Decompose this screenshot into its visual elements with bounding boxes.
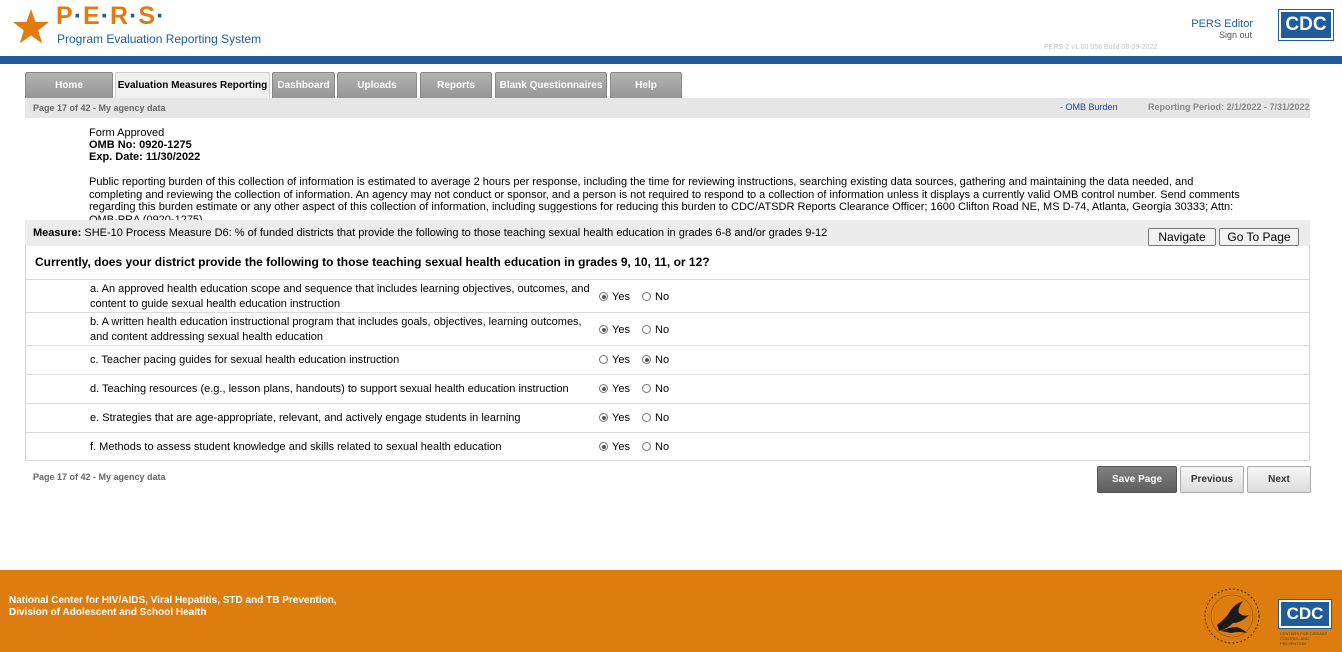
yes-option[interactable]: Yes bbox=[599, 354, 630, 366]
measure-text: SHE-10 Process Measure D6: % of funded d… bbox=[84, 227, 828, 239]
radio-no[interactable] bbox=[642, 442, 651, 451]
radio-yes[interactable] bbox=[599, 384, 608, 393]
form-approved-label: Form Approved bbox=[89, 127, 165, 139]
footer-line-1: National Center for HIV/AIDS, Viral Hepa… bbox=[9, 595, 337, 606]
next-button[interactable]: Next bbox=[1247, 466, 1311, 493]
measure-description: Measure: SHE-10 Process Measure D6: % of… bbox=[33, 227, 827, 239]
yes-label: Yes bbox=[612, 354, 630, 366]
no-label: No bbox=[655, 412, 670, 424]
radio-yes[interactable] bbox=[599, 355, 608, 364]
item-label: c. Teacher pacing guides for sexual heal… bbox=[90, 354, 400, 366]
yes-option[interactable]: Yes bbox=[599, 324, 630, 336]
save-page-button[interactable]: Save Page bbox=[1097, 466, 1177, 493]
radio-no[interactable] bbox=[642, 355, 651, 364]
question-item-a: a. An approved health education scope an… bbox=[26, 279, 1309, 312]
omb-burden-link[interactable]: - OMB Burden bbox=[1060, 102, 1118, 112]
item-label: b. A written health education instructio… bbox=[90, 316, 582, 343]
radio-no[interactable] bbox=[642, 413, 651, 422]
no-option[interactable]: No bbox=[642, 441, 669, 453]
no-option[interactable]: No bbox=[642, 291, 669, 303]
item-label: d. Teaching resources (e.g., lesson plan… bbox=[90, 383, 569, 395]
question-item-f: f. Methods to assess student knowledge a… bbox=[26, 432, 1309, 460]
yes-label: Yes bbox=[612, 383, 630, 395]
page-footer: National Center for HIV/AIDS, Viral Hepa… bbox=[0, 570, 1342, 652]
app-header: P·E·R·S· Program Evaluation Reporting Sy… bbox=[0, 0, 1342, 56]
cdc-footer-subtext: CENTERS FOR DISEASE CONTROL AND PREVENTI… bbox=[1280, 631, 1328, 646]
no-label: No bbox=[655, 441, 670, 453]
footer-line-2: Division of Adolescent and School Health bbox=[9, 607, 207, 618]
item-label: e. Strategies that are age-appropriate, … bbox=[90, 412, 521, 424]
radio-no[interactable] bbox=[642, 292, 651, 301]
question-item-c: c. Teacher pacing guides for sexual heal… bbox=[26, 345, 1309, 374]
no-option[interactable]: No bbox=[642, 354, 669, 366]
page-indicator: Page 17 of 42 - My agency data bbox=[33, 103, 166, 113]
question-panel: Currently, does your district provide th… bbox=[25, 246, 1310, 461]
no-label: No bbox=[655, 291, 670, 303]
item-label: f. Methods to assess student knowledge a… bbox=[90, 441, 502, 453]
tab-blank-questionnaires[interactable]: Blank Questionnaires bbox=[495, 72, 607, 98]
navigate-button[interactable]: Navigate bbox=[1148, 228, 1216, 246]
tab-evaluation-measures-reporting[interactable]: Evaluation Measures Reporting bbox=[115, 72, 270, 99]
footer-agency-text: National Center for HIV/AIDS, Viral Hepa… bbox=[9, 595, 337, 619]
header-divider bbox=[0, 56, 1342, 64]
measure-label: Measure: bbox=[33, 227, 82, 239]
question-item-b: b. A written health education instructio… bbox=[26, 312, 1309, 345]
previous-button[interactable]: Previous bbox=[1180, 466, 1244, 493]
star-logo-icon bbox=[12, 8, 50, 44]
no-label: No bbox=[655, 324, 670, 336]
question-text: Currently, does your district provide th… bbox=[35, 255, 710, 269]
question-item-e: e. Strategies that are age-appropriate, … bbox=[26, 403, 1309, 432]
no-label: No bbox=[655, 354, 670, 366]
yes-label: Yes bbox=[612, 291, 630, 303]
cdc-logo-text: CDC bbox=[1281, 12, 1331, 38]
yes-option[interactable]: Yes bbox=[599, 383, 630, 395]
radio-yes[interactable] bbox=[599, 325, 608, 334]
hhs-seal-icon bbox=[1204, 588, 1260, 644]
no-label: No bbox=[655, 383, 670, 395]
radio-yes[interactable] bbox=[599, 292, 608, 301]
form-approved-block: Form Approved OMB No: 0920-1275 Exp. Dat… bbox=[89, 127, 200, 163]
app-logo-subtitle: Program Evaluation Reporting System bbox=[57, 32, 262, 46]
tab-home[interactable]: Home bbox=[25, 72, 113, 98]
yes-option[interactable]: Yes bbox=[599, 412, 630, 424]
user-name: PERS Editor bbox=[1191, 18, 1253, 30]
cdc-footer-logo: CDC bbox=[1278, 599, 1332, 629]
radio-yes[interactable] bbox=[599, 413, 608, 422]
yes-label: Yes bbox=[612, 412, 630, 424]
tab-help[interactable]: Help bbox=[610, 72, 682, 98]
question-item-d: d. Teaching resources (e.g., lesson plan… bbox=[26, 374, 1309, 403]
omb-number: OMB No: 0920-1275 bbox=[89, 139, 192, 151]
burden-statement: Public reporting burden of this collecti… bbox=[89, 176, 1240, 226]
cdc-logo: CDC bbox=[1278, 9, 1334, 41]
tab-uploads[interactable]: Uploads bbox=[337, 72, 417, 98]
radio-no[interactable] bbox=[642, 325, 651, 334]
item-label: a. An approved health education scope an… bbox=[90, 283, 590, 310]
yes-label: Yes bbox=[612, 441, 630, 453]
page-indicator-bottom: Page 17 of 42 - My agency data bbox=[33, 472, 166, 482]
radio-no[interactable] bbox=[642, 384, 651, 393]
no-option[interactable]: No bbox=[642, 412, 669, 424]
no-option[interactable]: No bbox=[642, 383, 669, 395]
tab-reports[interactable]: Reports bbox=[420, 72, 492, 98]
cdc-footer-logo-text: CDC bbox=[1281, 602, 1329, 626]
page-info-bar: Page 17 of 42 - My agency data - OMB Bur… bbox=[25, 98, 1310, 118]
yes-label: Yes bbox=[612, 324, 630, 336]
radio-yes[interactable] bbox=[599, 442, 608, 451]
yes-option[interactable]: Yes bbox=[599, 291, 630, 303]
app-logo-title: P·E·R·S· bbox=[56, 2, 166, 30]
expiration-date: Exp. Date: 11/30/2022 bbox=[89, 151, 201, 163]
measure-bar: Measure: SHE-10 Process Measure D6: % of… bbox=[25, 220, 1310, 246]
sign-out-link[interactable]: Sign out bbox=[1219, 30, 1252, 40]
no-option[interactable]: No bbox=[642, 324, 669, 336]
go-to-page-button[interactable]: Go To Page bbox=[1219, 228, 1299, 246]
yes-option[interactable]: Yes bbox=[599, 441, 630, 453]
tab-dashboard[interactable]: Dashboard bbox=[272, 72, 335, 98]
reporting-period: Reporting Period: 2/1/2022 - 7/31/2022 bbox=[1148, 102, 1310, 112]
version-info: PERS-2 v1.00.056 Build 08-29-2022 bbox=[1044, 44, 1158, 51]
